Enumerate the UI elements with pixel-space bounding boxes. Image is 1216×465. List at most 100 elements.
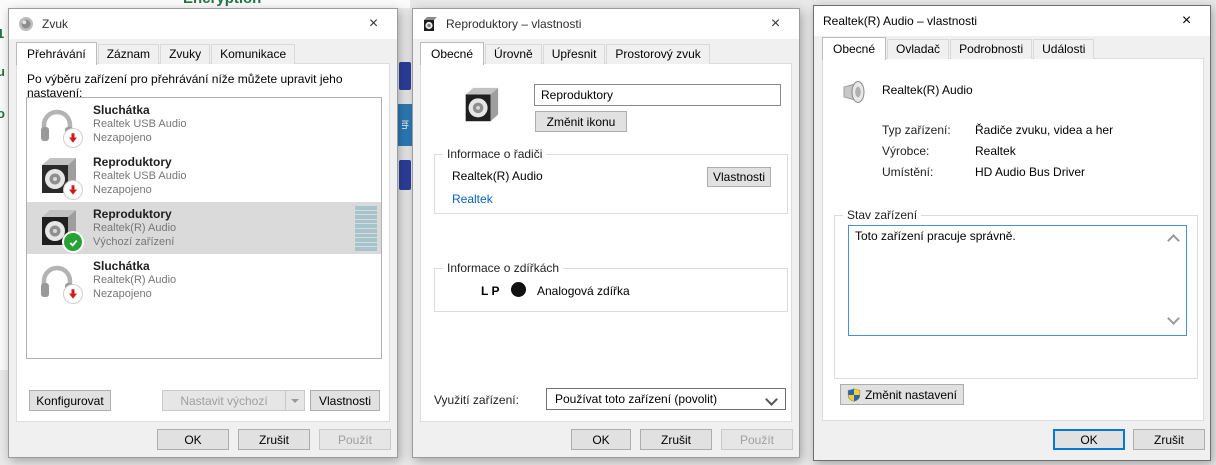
uac-shield-icon — [847, 388, 861, 402]
tab-obecne[interactable]: Obecné — [822, 37, 886, 60]
disconnected-badge-icon — [64, 129, 82, 147]
chevron-down-icon — [765, 393, 778, 406]
device-driver: Realtek(R) Audio — [93, 221, 176, 235]
speaker-icon — [35, 154, 79, 198]
sound-app-icon — [18, 16, 34, 32]
configure-button[interactable]: Konfigurovat — [29, 390, 111, 411]
scroll-down-icon[interactable] — [1167, 312, 1180, 325]
sound-titlebar: Zvuk × — [9, 9, 397, 39]
realtek-properties-dialog: Realtek(R) Audio – vlastnosti × Obecné O… — [813, 5, 1211, 461]
sound-bottom-buttons: OK Zrušit Použít — [9, 429, 397, 450]
controller-properties-button[interactable]: Vlastnosti — [707, 167, 771, 187]
list-item-selected[interactable]: Reproduktory Realtek(R) Audio Výchozí za… — [27, 202, 381, 254]
device-status-group: Stav zařízení Toto zařízení pracuje sprá… — [834, 215, 1198, 379]
device-status-textarea[interactable]: Toto zařízení pracuje správně. — [848, 225, 1187, 336]
close-icon[interactable]: × — [753, 10, 798, 38]
controller-name: Realtek(R) Audio — [452, 169, 543, 183]
tab-prehravani[interactable]: Přehrávání — [16, 42, 97, 65]
realtek-titlebar: Realtek(R) Audio – vlastnosti × — [814, 6, 1210, 36]
tab-ovladac[interactable]: Ovladač — [887, 39, 949, 59]
background-taskbar-fragment — [399, 62, 411, 90]
device-type-value: Řadiče zvuku, videa a her — [975, 123, 1113, 137]
device-name: Sluchátka — [93, 103, 187, 117]
background-taskbar-fragment — [399, 160, 411, 190]
playback-device-list: Sluchátka Realtek USB Audio Nezapojeno R… — [26, 97, 382, 359]
controller-info-group: Informace o řadiči Realtek(R) Audio Vlas… — [434, 154, 788, 214]
realtek-general-tab-page: Realtek(R) Audio Typ zařízení: Řadiče zv… — [822, 58, 1204, 421]
device-type-label: Typ zařízení: — [882, 123, 951, 137]
jack-type: Analogová zdířka — [537, 284, 630, 298]
tab-udalosti[interactable]: Události — [1033, 39, 1094, 59]
background-encryption-text: Encryption — [183, 0, 261, 7]
list-item[interactable]: Sluchátka Realtek(R) Audio Nezapojeno — [27, 254, 381, 306]
tab-urovne[interactable]: Úrovně — [485, 44, 542, 64]
tab-prostorovy-zvuk[interactable]: Prostorový zvuk — [606, 44, 709, 64]
list-item[interactable]: Sluchátka Realtek USB Audio Nezapojeno — [27, 98, 381, 150]
device-status: Nezapojeno — [93, 183, 187, 197]
manufacturer-value: Realtek — [975, 144, 1016, 158]
device-driver: Realtek USB Audio — [93, 117, 187, 131]
cancel-button[interactable]: Zrušit — [1133, 429, 1205, 450]
apply-button[interactable]: Použít — [721, 429, 793, 450]
device-status: Výchozí zařízení — [93, 235, 176, 249]
location-label: Umístění: — [882, 165, 933, 179]
device-name: Reproduktory — [93, 207, 176, 221]
tab-komunikace[interactable]: Komunikace — [211, 44, 295, 64]
speaker-icon — [840, 77, 870, 110]
device-status-text: Toto zařízení pracuje správně. — [855, 229, 1016, 243]
scroll-up-icon[interactable] — [1167, 234, 1180, 247]
device-usage-select[interactable]: Používat toto zařízení (povolit) — [546, 388, 786, 410]
realtek-dialog-title: Realtek(R) Audio – vlastnosti — [823, 14, 977, 28]
device-driver: Realtek(R) Audio — [93, 273, 176, 287]
tab-upresnit[interactable]: Upřesnit — [543, 44, 606, 64]
apply-button[interactable]: Použít — [319, 429, 391, 450]
tab-obecne[interactable]: Obecné — [420, 42, 484, 65]
cancel-button[interactable]: Zrušit — [640, 429, 712, 450]
speaker-box-icon — [459, 84, 501, 129]
speaker-box-icon — [422, 16, 438, 32]
disconnected-badge-icon — [64, 285, 82, 303]
device-status-group-label: Stav zařízení — [843, 208, 921, 222]
volume-meter — [355, 206, 377, 251]
sound-dialog-title: Zvuk — [42, 17, 68, 31]
disconnected-badge-icon — [64, 181, 82, 199]
realtek-device-name: Realtek(R) Audio — [882, 83, 973, 97]
speakers-dialog-title: Reproduktory – vlastnosti — [446, 17, 581, 31]
tab-podrobnosti[interactable]: Podrobnosti — [950, 39, 1032, 59]
speakers-tab-bar: Obecné Úrovně Upřesnit Prostorový zvuk — [420, 42, 711, 64]
desktop: Encryption 1 u o lth Zvuk × Přehrávání Z… — [0, 0, 1216, 465]
change-icon-button[interactable]: Změnit ikonu — [535, 111, 627, 132]
sound-tab-bar: Přehrávání Záznam Zvuky Komunikace — [16, 42, 296, 64]
device-status: Nezapojeno — [93, 131, 187, 145]
headphones-icon — [35, 258, 79, 302]
set-default-dropdown[interactable] — [285, 390, 305, 411]
realtek-link[interactable]: Realtek — [452, 192, 493, 206]
set-default-split-button[interactable]: Nastavit výchozí — [162, 390, 305, 411]
tab-zvuky[interactable]: Zvuky — [160, 44, 210, 64]
change-settings-button[interactable]: Změnit nastavení — [840, 384, 964, 405]
device-status: Nezapojeno — [93, 287, 176, 301]
ok-button[interactable]: OK — [1053, 429, 1125, 450]
tab-zaznam[interactable]: Záznam — [98, 44, 159, 64]
cancel-button[interactable]: Zrušit — [238, 429, 310, 450]
location-value: HD Audio Bus Driver — [975, 165, 1085, 179]
jack-connector-icon — [511, 282, 526, 297]
realtek-tab-bar: Obecné Ovladač Podrobnosti Události — [822, 37, 1095, 59]
default-device-check-icon — [64, 233, 82, 251]
device-name: Reproduktory — [93, 155, 187, 169]
close-icon[interactable]: × — [1164, 7, 1209, 35]
background-text-fragment: 1 — [0, 26, 4, 41]
properties-button[interactable]: Vlastnosti — [310, 390, 380, 411]
jack-channels: L P — [481, 284, 499, 298]
speakers-bottom-buttons: OK Zrušit Použít — [413, 429, 799, 450]
sound-dialog: Zvuk × Přehrávání Záznam Zvuky Komunikac… — [8, 8, 398, 458]
device-name-input[interactable]: Reproduktory — [534, 84, 781, 106]
set-default-button[interactable]: Nastavit výchozí — [162, 390, 285, 411]
ok-button[interactable]: OK — [571, 429, 631, 450]
background-text-fragment: u — [0, 64, 5, 79]
ok-button[interactable]: OK — [157, 429, 229, 450]
speakers-properties-dialog: Reproduktory – vlastnosti × Obecné Úrovn… — [412, 8, 800, 458]
close-icon[interactable]: × — [351, 10, 396, 38]
list-item[interactable]: Reproduktory Realtek USB Audio Nezapojen… — [27, 150, 381, 202]
manufacturer-label: Výrobce: — [882, 144, 929, 158]
